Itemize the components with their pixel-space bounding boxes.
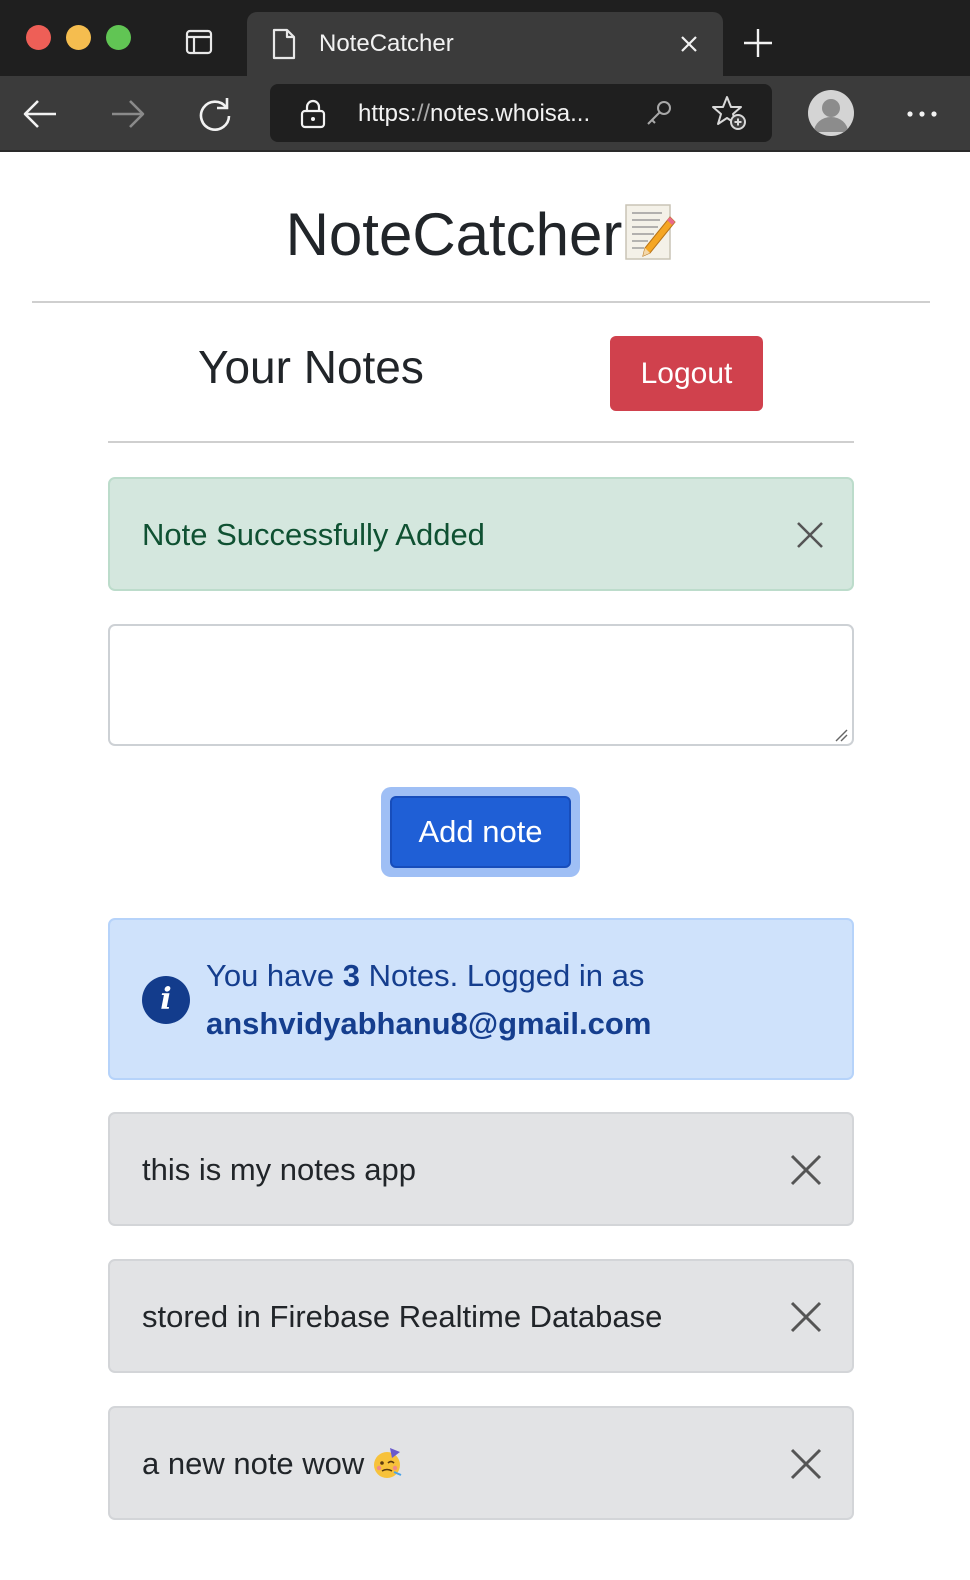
resize-handle-icon[interactable] (834, 728, 848, 742)
add-favorite-star-icon[interactable] (710, 94, 748, 132)
app-title: NoteCatcher (0, 200, 962, 269)
close-alert-icon[interactable] (790, 515, 830, 555)
url-host: notes.whoisa... (430, 100, 591, 127)
reload-icon[interactable] (195, 94, 235, 134)
new-tab-plus-icon[interactable] (741, 26, 775, 60)
success-alert: Note Successfully Added (108, 477, 854, 591)
window-close-button[interactable] (26, 25, 51, 50)
notes-count-text: You have 3 Notes. Logged in as (206, 958, 644, 994)
tab-title: NoteCatcher (319, 30, 454, 57)
window-minimize-button[interactable] (66, 25, 91, 50)
tab-notecatcher[interactable]: NoteCatcher (247, 12, 723, 76)
note-input[interactable] (108, 624, 854, 746)
user-email: anshvidyabhanu8@gmail.com (206, 1006, 652, 1041)
note-text: this is my notes app (142, 1152, 416, 1187)
memo-pencil-icon (625, 204, 677, 260)
note-text: a new note wow (142, 1446, 365, 1481)
app-title-text: NoteCatcher (285, 201, 623, 268)
notes-count: 3 (342, 958, 361, 993)
info-alert: i You have 3 Notes. Logged in as anshvid… (108, 918, 854, 1080)
info-suffix: Notes. Logged in as (360, 958, 645, 993)
browser-toolbar: https://notes.whoisa... (0, 76, 970, 152)
window-maximize-button[interactable] (106, 25, 131, 50)
delete-note-icon[interactable] (786, 1150, 826, 1190)
delete-note-icon[interactable] (786, 1444, 826, 1484)
delete-note-icon[interactable] (786, 1297, 826, 1337)
note-item: a new note wow (108, 1406, 854, 1520)
url-scheme: https: (358, 100, 417, 127)
tab-actions-icon[interactable] (185, 28, 213, 56)
page-icon (272, 28, 296, 60)
logout-button[interactable]: Logout (610, 336, 763, 411)
tab-close-icon[interactable] (677, 32, 701, 56)
key-icon[interactable] (644, 98, 674, 128)
info-prefix: You have (206, 958, 343, 993)
info-icon: i (142, 976, 190, 1024)
forward-arrow-icon[interactable] (108, 94, 148, 134)
add-note-button[interactable]: Add note (390, 796, 571, 868)
page-content: NoteCatcher Your Notes Logout Note Succe… (0, 154, 970, 1580)
success-message: Note Successfully Added (142, 517, 485, 552)
url-text[interactable]: https://notes.whoisa... (358, 100, 590, 128)
note-text-row: a new note wow (142, 1446, 404, 1482)
profile-avatar[interactable] (808, 90, 854, 136)
url-slashes: // (416, 100, 431, 127)
note-text: stored in Firebase Realtime Database (142, 1299, 663, 1334)
note-item: this is my notes app (108, 1112, 854, 1226)
divider (32, 301, 930, 303)
note-item: stored in Firebase Realtime Database (108, 1259, 854, 1373)
address-bar[interactable]: https://notes.whoisa... (270, 84, 772, 142)
divider (108, 441, 854, 443)
person-icon (814, 99, 848, 132)
more-options-icon[interactable] (904, 100, 940, 128)
notes-heading: Your Notes (198, 341, 424, 393)
partying-face-icon (374, 1448, 402, 1478)
browser-tab-bar: NoteCatcher (0, 0, 970, 76)
lock-icon[interactable] (300, 99, 326, 129)
back-arrow-icon[interactable] (20, 94, 60, 134)
